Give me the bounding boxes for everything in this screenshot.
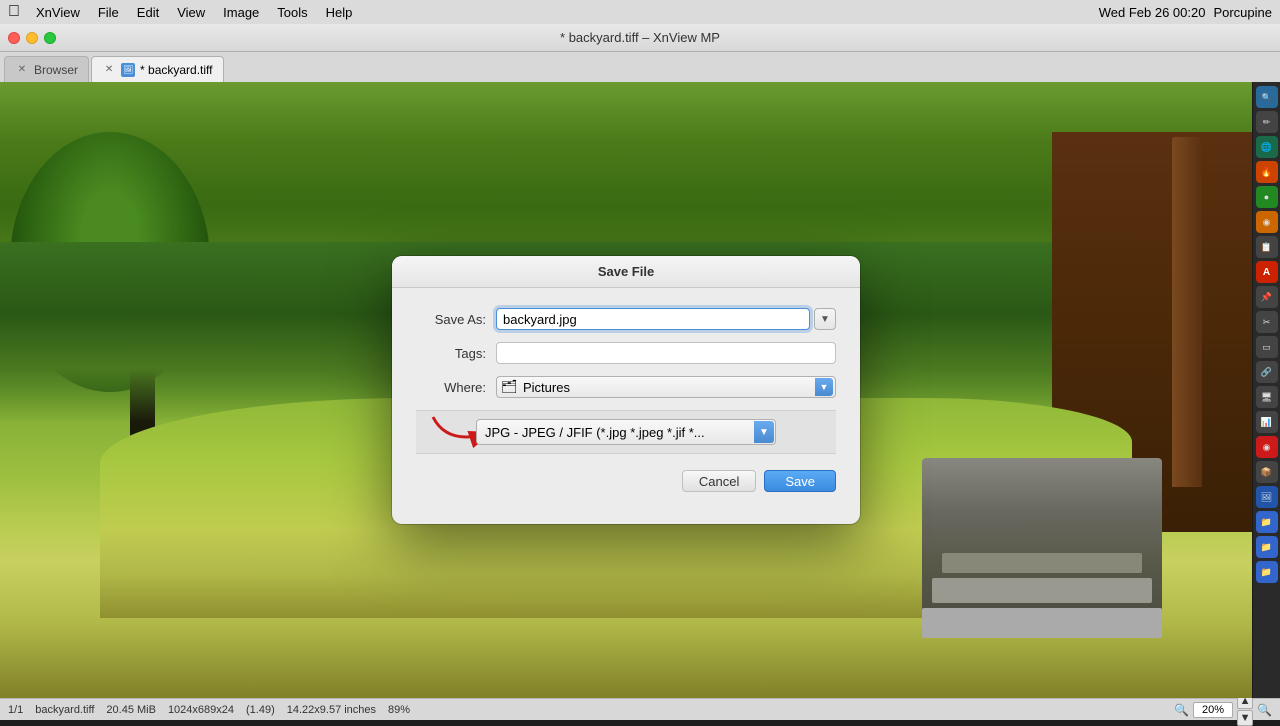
sidebar-icon-20[interactable]: 📁 <box>1256 561 1278 583</box>
sidebar-icon-10[interactable]: ✂ <box>1256 311 1278 333</box>
sidebar-icon-14[interactable]: 📊 <box>1256 411 1278 433</box>
sidebar-icon-8[interactable]: A <box>1256 261 1278 283</box>
format-row: JPG - JPEG / JFIF (*.jpg *.jpeg *.jif *.… <box>416 410 836 454</box>
tab-close-backyard[interactable]: ✕ <box>102 63 116 77</box>
save-as-input[interactable] <box>496 308 810 330</box>
main-content: Save File Save As: ▼ <box>0 82 1280 698</box>
tab-close-browser[interactable]: ✕ <box>15 63 29 77</box>
app-window: * backyard.tiff – XnView MP ✕ Browser ✕ … <box>0 24 1280 720</box>
save-as-row: Save As: ▼ <box>416 308 836 330</box>
menubar-time: Wed Feb 26 00:20 <box>1099 5 1206 20</box>
format-select[interactable]: JPG - JPEG / JFIF (*.jpg *.jpeg *.jif *.… <box>476 419 776 445</box>
tab-icon-backyard: 🖼 <box>121 63 135 77</box>
sidebar-icon-11[interactable]: ▭ <box>1256 336 1278 358</box>
menu-edit[interactable]: Edit <box>129 0 167 24</box>
status-filesize: 20.45 MiB <box>106 704 156 716</box>
tabs-bar: ✕ Browser ✕ 🖼 * backyard.tiff <box>0 52 1280 82</box>
status-filename: backyard.tiff <box>35 704 94 716</box>
tab-browser[interactable]: ✕ Browser <box>4 56 89 82</box>
sidebar-icon-15[interactable]: ◉ <box>1256 436 1278 458</box>
tab-label-browser: Browser <box>34 63 78 77</box>
sidebar-icon-13[interactable]: 🖥 <box>1256 386 1278 408</box>
menubar-right: Wed Feb 26 00:20 Porcupine <box>1099 5 1272 20</box>
save-button[interactable]: Save <box>764 470 836 492</box>
window-controls <box>8 32 56 44</box>
sidebar-icon-3[interactable]: 🌐 <box>1256 136 1278 158</box>
where-dropdown-arrow: ▼ <box>815 378 833 396</box>
minimize-button[interactable] <box>26 32 38 44</box>
apple-menu[interactable]:  <box>8 3 20 21</box>
zoom-input[interactable] <box>1193 702 1233 718</box>
maximize-button[interactable] <box>44 32 56 44</box>
tags-label: Tags: <box>416 346 496 361</box>
title-bar: * backyard.tiff – XnView MP <box>0 24 1280 52</box>
save-file-dialog: Save File Save As: ▼ <box>392 256 860 524</box>
menu-file[interactable]: File <box>90 0 127 24</box>
status-bar: 1/1 backyard.tiff 20.45 MiB 1024x689x24 … <box>0 698 1280 720</box>
sidebar-icon-9[interactable]: 📌 <box>1256 286 1278 308</box>
save-as-label: Save As: <box>416 312 496 327</box>
where-label: Where: <box>416 380 496 395</box>
zoom-out-icon: 🔍 <box>1174 703 1189 717</box>
window-title: * backyard.tiff – XnView MP <box>560 30 720 45</box>
tags-input[interactable] <box>496 342 836 364</box>
status-dimensions: 1024x689x24 <box>168 704 234 716</box>
format-value: JPG - JPEG / JFIF (*.jpg *.jpeg *.jif *.… <box>485 425 705 440</box>
menubar-user: Porcupine <box>1213 5 1272 20</box>
tab-backyard[interactable]: ✕ 🖼 * backyard.tiff <box>91 56 223 82</box>
menu-xnview[interactable]: XnView <box>28 0 88 24</box>
sidebar-icon-4[interactable]: 🔥 <box>1256 161 1278 183</box>
sidebar-icon-7[interactable]: 📋 <box>1256 236 1278 258</box>
format-select-wrapper: JPG - JPEG / JFIF (*.jpg *.jpeg *.jif *.… <box>476 419 776 445</box>
dialog-footer: Cancel Save <box>416 470 836 508</box>
menubar:  XnView File Edit View Image Tools Help… <box>0 0 1280 24</box>
menu-help[interactable]: Help <box>318 0 361 24</box>
where-select[interactable]: 🗂 Pictures ▼ <box>496 376 836 398</box>
where-row: Where: 🗂 Pictures ▼ <box>416 376 836 398</box>
sidebar-icon-12[interactable]: 🔗 <box>1256 361 1278 383</box>
sidebar-icon-16[interactable]: 📦 <box>1256 461 1278 483</box>
sidebar-icon-17[interactable]: 🖼 <box>1256 486 1278 508</box>
right-sidebar: 🔍 ✏ 🌐 🔥 ● ◉ 📋 A 📌 ✂ ▭ 🔗 🖥 📊 ◉ 📦 🖼 📁 📁 📁 <box>1252 82 1280 698</box>
dialog-body: Save As: ▼ Tags: <box>392 288 860 524</box>
sidebar-icon-2[interactable]: ✏ <box>1256 111 1278 133</box>
zoom-down-button[interactable]: ▼ <box>1237 710 1253 726</box>
zoom-in-icon: 🔍 <box>1257 703 1272 717</box>
pictures-folder-icon: 🗂 <box>501 379 518 395</box>
tags-row: Tags: <box>416 342 836 364</box>
status-zoom: 89% <box>388 704 410 716</box>
sidebar-icon-18[interactable]: 📁 <box>1256 511 1278 533</box>
sidebar-icon-19[interactable]: 📁 <box>1256 536 1278 558</box>
dialog-overlay: Save File Save As: ▼ <box>0 82 1252 698</box>
tab-label-backyard: * backyard.tiff <box>140 63 212 77</box>
close-button[interactable] <box>8 32 20 44</box>
where-value: Pictures <box>519 380 570 395</box>
menu-image[interactable]: Image <box>215 0 267 24</box>
sidebar-icon-5[interactable]: ● <box>1256 186 1278 208</box>
menu-tools[interactable]: Tools <box>269 0 315 24</box>
menu-view[interactable]: View <box>169 0 213 24</box>
status-page: 1/1 <box>8 704 23 716</box>
sidebar-icon-6[interactable]: ◉ <box>1256 211 1278 233</box>
photo-background: Save File Save As: ▼ <box>0 82 1252 698</box>
save-as-dropdown-button[interactable]: ▼ <box>814 308 836 330</box>
sidebar-icon-1[interactable]: 🔍 <box>1256 86 1278 108</box>
status-ratio: (1.49) <box>246 704 275 716</box>
dialog-title-text: Save File <box>598 264 654 279</box>
dialog-title: Save File <box>392 256 860 288</box>
status-physical: 14.22x9.57 inches <box>287 704 376 716</box>
cancel-button[interactable]: Cancel <box>682 470 756 492</box>
